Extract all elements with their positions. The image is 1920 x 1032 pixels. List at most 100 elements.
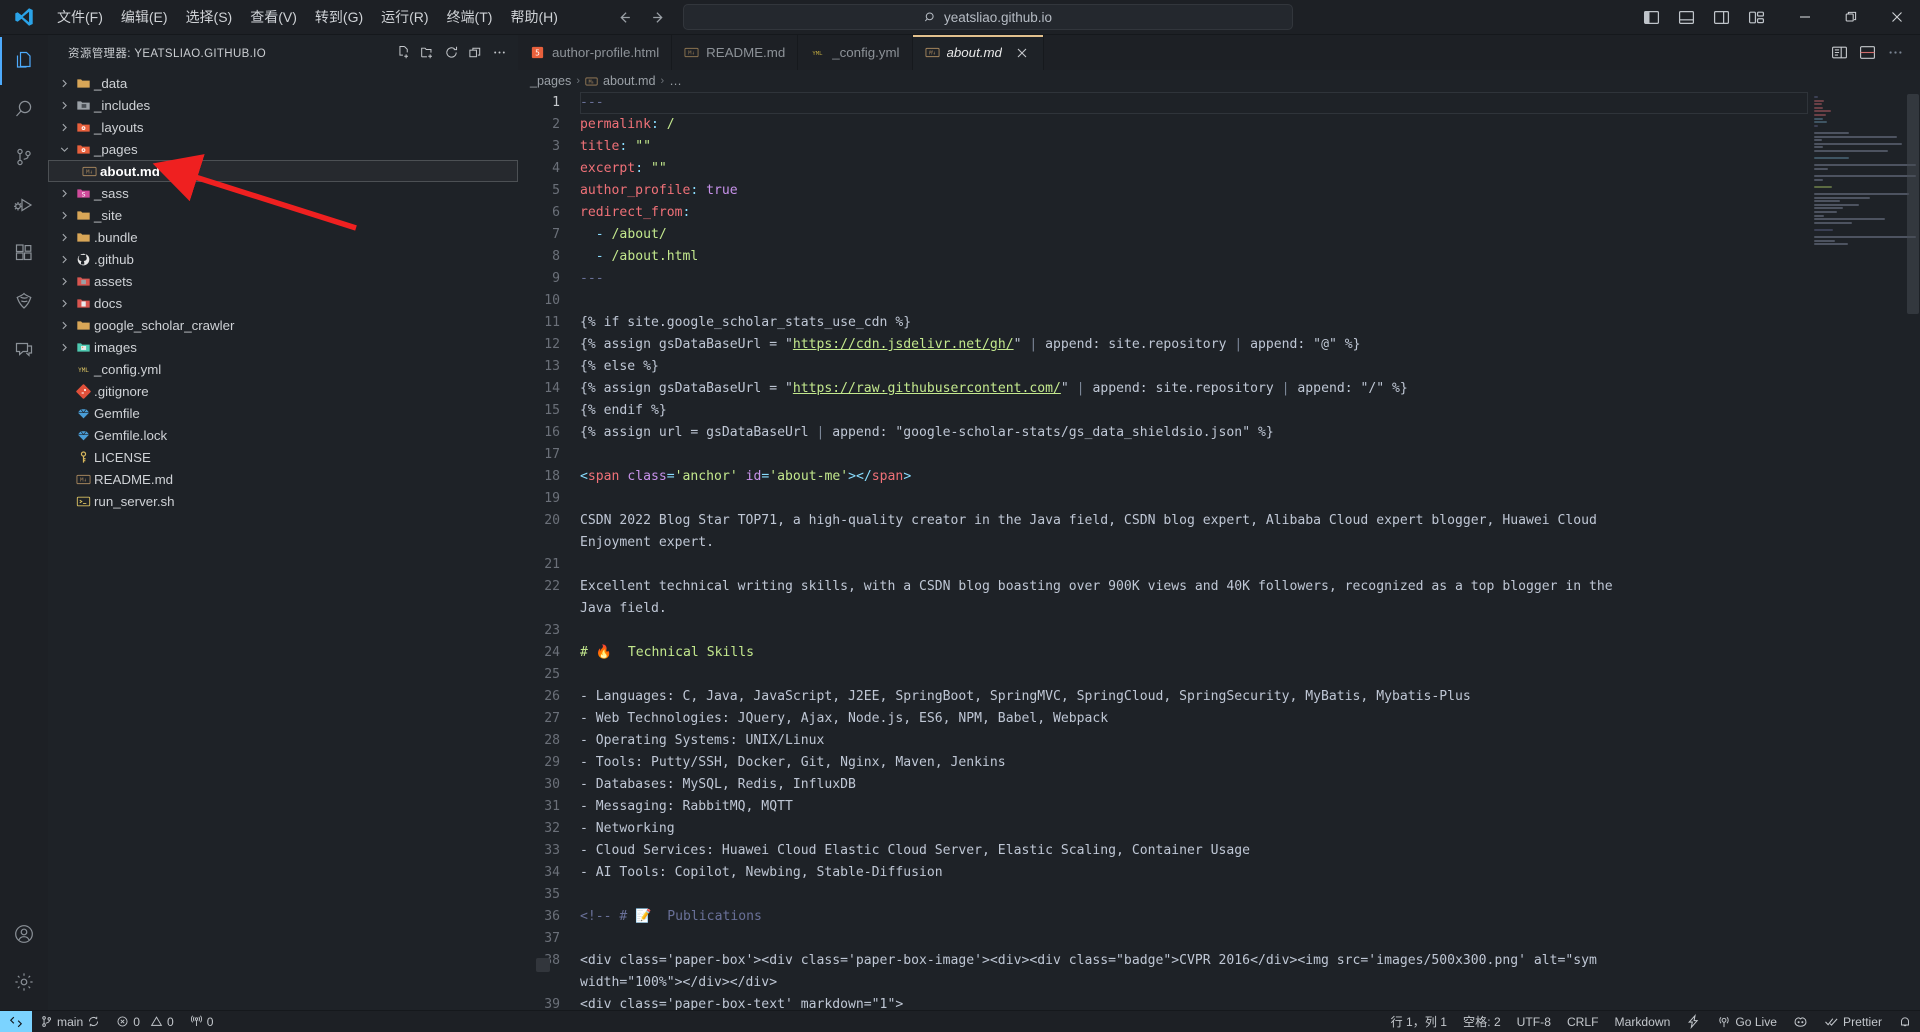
code-line[interactable]: 9--- (518, 268, 1808, 290)
status-cursor-position[interactable]: 行 1，列 1 (1383, 1011, 1455, 1032)
code-line[interactable]: 6redirect_from: (518, 202, 1808, 224)
code-line[interactable]: 5author_profile: true (518, 180, 1808, 202)
code-line[interactable]: 22Excellent technical writing skills, wi… (518, 576, 1808, 620)
chevron-right-icon[interactable] (56, 210, 72, 221)
code-line[interactable]: 27- Web Technologies: JQuery, Ajax, Node… (518, 708, 1808, 730)
customize-layout-icon[interactable] (1740, 3, 1772, 31)
menu-edit[interactable]: 编辑(E) (112, 5, 177, 29)
fold-marker[interactable] (536, 958, 550, 972)
tree-item-bundle[interactable]: .bundle (48, 226, 518, 248)
tree-item-license[interactable]: LICENSE (48, 446, 518, 468)
code-line[interactable]: 14{% assign gsDataBaseUrl = "https://raw… (518, 378, 1808, 400)
collapse-folders-icon[interactable] (464, 42, 486, 64)
chevron-down-icon[interactable] (56, 144, 72, 155)
chevron-right-icon[interactable] (56, 78, 72, 89)
chevron-right-icon[interactable] (56, 276, 72, 287)
code-line[interactable]: 3title: "" (518, 136, 1808, 158)
file-tree[interactable]: _data _includes _layouts (48, 70, 518, 1010)
tree-item-run-server-sh[interactable]: run_server.sh (48, 490, 518, 512)
status-remote-window[interactable] (0, 1011, 32, 1032)
chevron-right-icon[interactable] (56, 320, 72, 331)
code-content[interactable]: 1---2permalink: /3title: ""4excerpt: ""5… (518, 92, 1808, 1010)
status-encoding[interactable]: UTF-8 (1509, 1011, 1559, 1032)
code-line[interactable]: 2permalink: / (518, 114, 1808, 136)
status-prettier[interactable]: Prettier (1816, 1011, 1890, 1032)
code-line[interactable]: 25 (518, 664, 1808, 686)
code-line[interactable]: 23 (518, 620, 1808, 642)
code-line[interactable]: 38<div class='paper-box'><div class='pap… (518, 950, 1808, 994)
explorer-more-icon[interactable] (488, 42, 510, 64)
status-notifications[interactable] (1890, 1011, 1920, 1032)
chevron-right-icon[interactable] (56, 188, 72, 199)
tab-readme-md[interactable]: M↓ README.md (672, 35, 798, 70)
code-line[interactable]: 29- Tools: Putty/SSH, Docker, Git, Nginx… (518, 752, 1808, 774)
open-changes-icon[interactable] (1826, 40, 1852, 66)
code-line[interactable]: 21 (518, 554, 1808, 576)
activity-search[interactable] (0, 85, 48, 133)
code-line[interactable]: 20CSDN 2022 Blog Star TOP71, a high-qual… (518, 510, 1808, 554)
tab-config-yml[interactable]: YML _config.yml (798, 35, 912, 70)
status-language-mode[interactable]: Markdown (1607, 1011, 1679, 1032)
code-line[interactable]: 32- Networking (518, 818, 1808, 840)
code-line[interactable]: 33- Cloud Services: Huawei Cloud Elastic… (518, 840, 1808, 862)
scrollbar-thumb[interactable] (1907, 94, 1919, 314)
tree-item-_data[interactable]: _data (48, 72, 518, 94)
activity-source-control[interactable] (0, 133, 48, 181)
tree-item-docs[interactable]: docs (48, 292, 518, 314)
code-line[interactable]: 36<!-- # 📝 Publications (518, 906, 1808, 928)
code-line[interactable]: 26- Languages: C, Java, JavaScript, J2EE… (518, 686, 1808, 708)
activity-explorer[interactable] (0, 37, 48, 85)
breadcrumb-symbol[interactable]: … (669, 74, 682, 88)
chevron-right-icon[interactable] (56, 342, 72, 353)
close-icon[interactable] (1013, 44, 1031, 62)
status-go-live[interactable]: Go Live (1709, 1011, 1785, 1032)
close-button[interactable] (1874, 0, 1920, 35)
code-line[interactable]: 4excerpt: "" (518, 158, 1808, 180)
search-input[interactable]: yeatsliao.github.io (683, 4, 1293, 30)
toggle-secondary-sidebar-icon[interactable] (1705, 3, 1737, 31)
tree-item-_sass[interactable]: S _sass (48, 182, 518, 204)
code-line[interactable]: 19 (518, 488, 1808, 510)
status-copilot[interactable] (1785, 1011, 1816, 1032)
code-editor[interactable]: 1---2permalink: /3title: ""4excerpt: ""5… (518, 92, 1920, 1010)
breadcrumb[interactable]: _pages › M↓ about.md › … (518, 70, 1920, 92)
editor-more-actions-icon[interactable] (1882, 40, 1908, 66)
tree-item-assets[interactable]: assets (48, 270, 518, 292)
status-eol[interactable]: CRLF (1559, 1011, 1607, 1032)
activity-settings[interactable] (0, 958, 48, 1006)
activity-copilot[interactable] (0, 277, 48, 325)
tree-item-gitignore[interactable]: .gitignore (48, 380, 518, 402)
tree-item-gemfile-lock[interactable]: Gemfile.lock (48, 424, 518, 446)
chevron-right-icon[interactable] (56, 100, 72, 111)
tree-item-gemfile[interactable]: Gemfile (48, 402, 518, 424)
menu-help[interactable]: 帮助(H) (501, 5, 566, 29)
tree-item-_includes[interactable]: _includes (48, 94, 518, 116)
chevron-right-icon[interactable] (56, 122, 72, 133)
status-ports[interactable]: 0 (182, 1011, 222, 1032)
code-line[interactable]: 39<div class='paper-box-text' markdown="… (518, 994, 1808, 1010)
status-problems[interactable]: 0 0 (108, 1011, 181, 1032)
status-markdown-preview[interactable] (1678, 1011, 1709, 1032)
code-line[interactable]: 15{% endif %} (518, 400, 1808, 422)
split-editor-icon[interactable] (1854, 40, 1880, 66)
code-line[interactable]: 37 (518, 928, 1808, 950)
tree-item-github[interactable]: .github (48, 248, 518, 270)
status-branch[interactable]: main (32, 1011, 108, 1032)
tree-item-_site[interactable]: _site (48, 204, 518, 226)
tree-item-google-scholar-crawler[interactable]: google_scholar_crawler (48, 314, 518, 336)
chevron-right-icon[interactable] (56, 254, 72, 265)
tree-item-config-yml[interactable]: YML _config.yml (48, 358, 518, 380)
menu-selection[interactable]: 选择(S) (177, 5, 242, 29)
code-line[interactable]: 16{% assign url = gsDataBaseUrl | append… (518, 422, 1808, 444)
code-line[interactable]: 31- Messaging: RabbitMQ, MQTT (518, 796, 1808, 818)
refresh-explorer-icon[interactable] (440, 42, 462, 64)
new-file-icon[interactable] (392, 42, 414, 64)
tree-item-_layouts[interactable]: _layouts (48, 116, 518, 138)
code-scroll-area[interactable]: 1---2permalink: /3title: ""4excerpt: ""5… (518, 92, 1808, 1010)
sync-icon[interactable] (87, 1015, 100, 1028)
status-indentation[interactable]: 空格: 2 (1455, 1011, 1509, 1032)
maximize-button[interactable] (1828, 0, 1874, 35)
minimap[interactable] (1808, 92, 1920, 1010)
code-line[interactable]: 13{% else %} (518, 356, 1808, 378)
tree-item-about-md[interactable]: M↓ about.md (48, 160, 518, 182)
